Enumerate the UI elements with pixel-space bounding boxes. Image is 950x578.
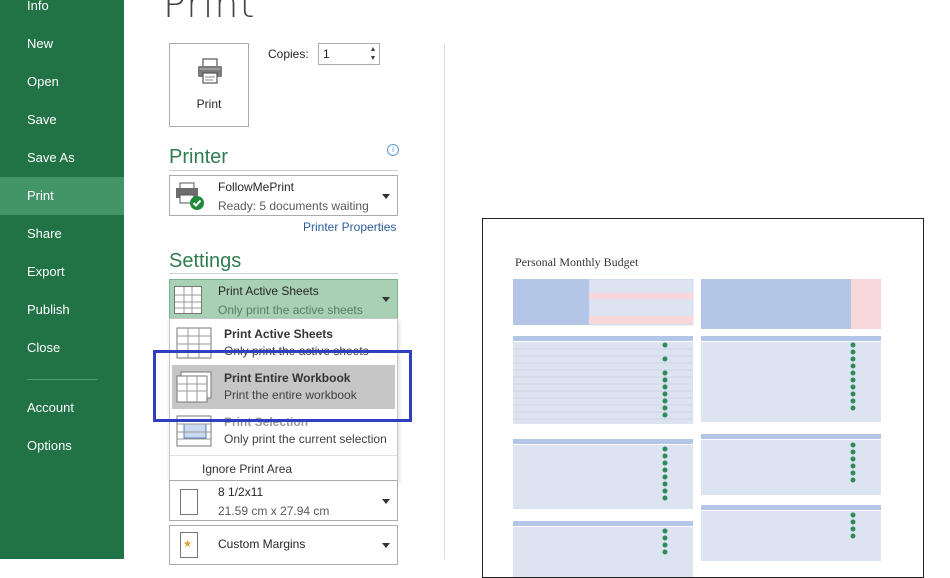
menu-item-label: Print Selection: [224, 415, 309, 429]
copies-input[interactable]: 1 ▲ ▼: [318, 43, 380, 65]
preview-budget-tables: [513, 279, 881, 577]
print-button-label: Print: [196, 97, 222, 111]
printer-name: FollowMePrint: [218, 180, 295, 194]
printer-icon: [198, 58, 222, 84]
settings-section-title: Settings: [169, 250, 242, 272]
nav-item-print[interactable]: Print: [0, 177, 124, 215]
nav-item-info[interactable]: Info: [0, 0, 124, 25]
nav-item-account[interactable]: Account: [0, 389, 124, 427]
print-what-dropdown[interactable]: Print Active Sheets Only print the activ…: [169, 279, 398, 319]
menu-item-label: Print Active Sheets: [224, 327, 333, 341]
menu-item-sub: Print the entire workbook: [224, 388, 357, 402]
nav-item-export[interactable]: Export: [0, 253, 124, 291]
printer-dropdown[interactable]: FollowMePrint Ready: 5 documents waiting: [169, 175, 398, 216]
print-what-selected-sub: Only print the active sheets: [218, 303, 363, 317]
nav-item-save-as[interactable]: Save As: [0, 139, 124, 177]
printer-status: Ready: 5 documents waiting: [218, 199, 369, 213]
chevron-down-icon: [382, 543, 390, 548]
menu-item-label: Print Entire Workbook: [224, 371, 351, 385]
info-icon[interactable]: i: [387, 144, 399, 156]
chevron-down-icon: [382, 194, 390, 199]
copies-up-icon[interactable]: ▲: [368, 45, 378, 54]
copies-down-icon[interactable]: ▼: [368, 54, 378, 63]
workbook-icon: [176, 371, 212, 403]
nav-item-close[interactable]: Close: [0, 329, 124, 367]
preview-document-title: Personal Monthly Budget: [515, 255, 639, 269]
nav-item-open[interactable]: Open: [0, 63, 124, 101]
backstage-nav: Info New Open Save Save As Print Share E…: [0, 0, 124, 559]
menu-item-print-selection[interactable]: Print Selection Only print the current s…: [172, 409, 395, 453]
paper-size-name: 8 1/2x11: [218, 485, 264, 499]
nav-item-share[interactable]: Share: [0, 215, 124, 253]
printer-properties-link[interactable]: Printer Properties: [303, 220, 396, 234]
margins-name: Custom Margins: [218, 537, 306, 551]
print-what-selected: Print Active Sheets: [218, 284, 319, 298]
print-button[interactable]: Print: [169, 43, 249, 127]
menu-divider: [170, 455, 397, 456]
printer-divider: [169, 170, 398, 171]
nav-separator: [27, 379, 98, 380]
margins-dropdown[interactable]: ★ Custom Margins: [169, 525, 398, 565]
paper-size-dims: 21.59 cm x 27.94 cm: [218, 504, 330, 518]
sheet-grid-icon: [174, 286, 202, 314]
print-preview-page: Personal Monthly Budget: [482, 218, 924, 578]
sheet-grid-icon: [176, 327, 212, 359]
nav-item-save[interactable]: Save: [0, 101, 124, 139]
nav-item-new[interactable]: New: [0, 25, 124, 63]
menu-item-print-active-sheets[interactable]: Print Active Sheets Only print the activ…: [172, 321, 395, 365]
chevron-down-icon: [382, 499, 390, 504]
selection-icon: [176, 415, 212, 447]
page-title: Print: [163, 0, 256, 26]
menu-item-print-entire-workbook[interactable]: Print Entire Workbook Print the entire w…: [172, 365, 395, 409]
nav-item-publish[interactable]: Publish: [0, 291, 124, 329]
nav-item-options[interactable]: Options: [0, 427, 124, 465]
paper-icon: [180, 489, 198, 515]
copies-label: Copies:: [268, 47, 309, 61]
paper-size-dropdown[interactable]: 8 1/2x11 21.59 cm x 27.94 cm: [169, 480, 398, 521]
menu-item-sub: Only print the current selection: [224, 432, 387, 446]
printer-section-title: Printer: [169, 146, 228, 168]
printer-ready-icon: [176, 182, 204, 210]
pane-divider: [444, 44, 445, 559]
copies-value: 1: [323, 47, 330, 61]
print-what-menu: Print Active Sheets Only print the activ…: [169, 318, 398, 482]
chevron-down-icon: [382, 297, 390, 302]
menu-item-sub: Only print the active sheets: [224, 344, 369, 358]
ignore-print-area-option[interactable]: Ignore Print Area: [202, 462, 292, 476]
settings-divider: [169, 273, 398, 274]
margins-icon: ★: [180, 532, 198, 558]
